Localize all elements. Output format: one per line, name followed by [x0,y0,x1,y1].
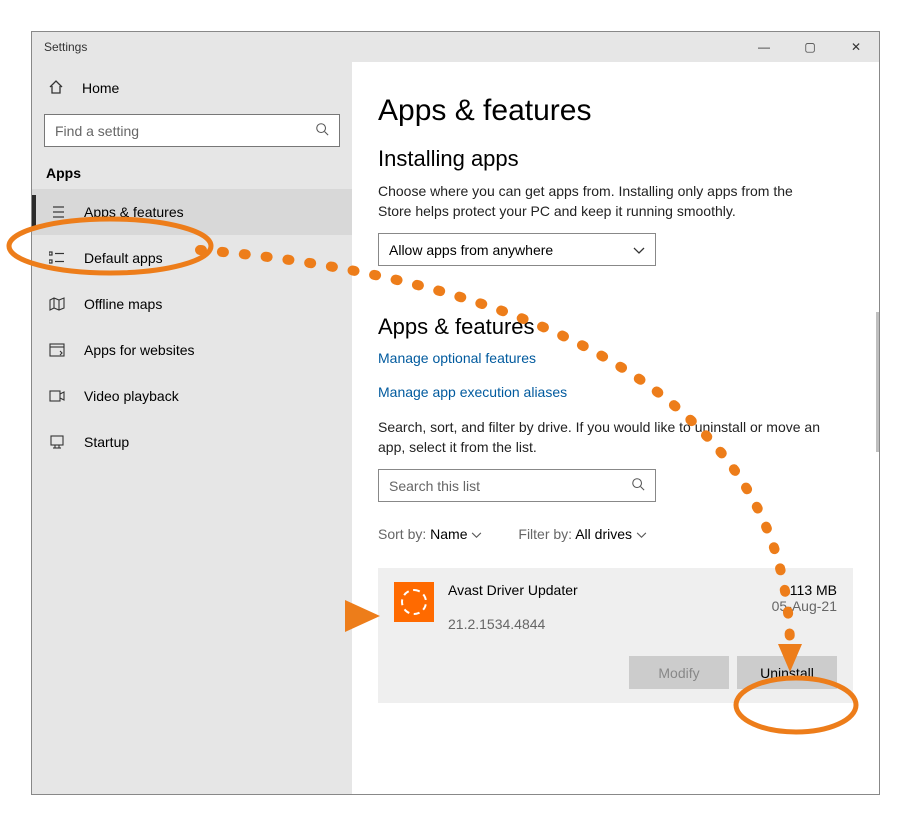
sidebar-item-label: Apps for websites [84,342,195,358]
installing-help: Choose where you can get apps from. Inst… [378,182,828,221]
chevron-down-icon [471,526,482,542]
search-icon [631,477,645,494]
window-title: Settings [32,40,87,54]
filter-control[interactable]: Filter by: All drives [518,526,647,542]
chevron-down-icon [633,242,645,258]
defaults-icon [48,251,66,265]
app-name: Avast Driver Updater [448,582,758,598]
app-search-placeholder: Search this list [389,478,480,494]
sidebar-search-placeholder: Find a setting [55,123,139,139]
titlebar[interactable]: Settings — ▢ ✕ [32,32,879,62]
map-icon [48,297,66,311]
video-icon [48,389,66,403]
sidebar-home[interactable]: Home [32,68,352,108]
search-icon [315,122,329,139]
uninstall-button[interactable]: Uninstall [737,656,837,689]
dropdown-value: Allow apps from anywhere [389,242,553,258]
sidebar: Home Find a setting Apps Apps & features [32,62,352,794]
sidebar-item-label: Video playback [84,388,179,404]
startup-icon [48,435,66,449]
sidebar-item-label: Startup [84,434,129,450]
manage-optional-link[interactable]: Manage optional features [378,350,853,366]
app-source-dropdown[interactable]: Allow apps from anywhere [378,233,656,266]
installing-heading: Installing apps [378,146,853,172]
close-button[interactable]: ✕ [833,32,879,62]
maximize-button[interactable]: ▢ [787,32,833,62]
sidebar-item-video-playback[interactable]: Video playback [32,373,352,419]
app-size: 113 MB [772,582,837,598]
sidebar-home-label: Home [82,80,119,96]
list-icon [48,205,66,219]
sidebar-group-apps: Apps [32,161,352,189]
app-list-item[interactable]: Avast Driver Updater 21.2.1534.4844 113 … [378,568,853,703]
sidebar-item-default-apps[interactable]: Default apps [32,235,352,281]
app-icon [394,582,434,622]
sidebar-item-startup[interactable]: Startup [32,419,352,465]
main-panel: Apps & features Installing apps Choose w… [352,62,879,794]
settings-window: Settings — ▢ ✕ Home Find a setting [31,31,880,795]
page-title: Apps & features [378,94,853,128]
manage-aliases-link[interactable]: Manage app execution aliases [378,384,853,400]
app-search[interactable]: Search this list [378,469,656,502]
sidebar-item-apps-features[interactable]: Apps & features [32,189,352,235]
app-date: 05-Aug-21 [772,598,837,614]
app-version: 21.2.1534.4844 [448,616,758,632]
sidebar-item-label: Apps & features [84,204,184,220]
minimize-button[interactable]: — [741,32,787,62]
sidebar-item-apps-for-websites[interactable]: Apps for websites [32,327,352,373]
home-icon [48,79,64,98]
sidebar-search[interactable]: Find a setting [44,114,340,147]
sidebar-item-label: Offline maps [84,296,162,312]
scrollbar[interactable] [876,312,879,452]
sort-control[interactable]: Sort by: Name [378,526,482,542]
apps-help: Search, sort, and filter by drive. If yo… [378,418,828,457]
apps-features-heading: Apps & features [378,314,853,340]
chevron-down-icon [636,526,647,542]
sidebar-item-label: Default apps [84,250,163,266]
sidebar-item-offline-maps[interactable]: Offline maps [32,281,352,327]
modify-button: Modify [629,656,729,689]
websites-icon [48,343,66,357]
